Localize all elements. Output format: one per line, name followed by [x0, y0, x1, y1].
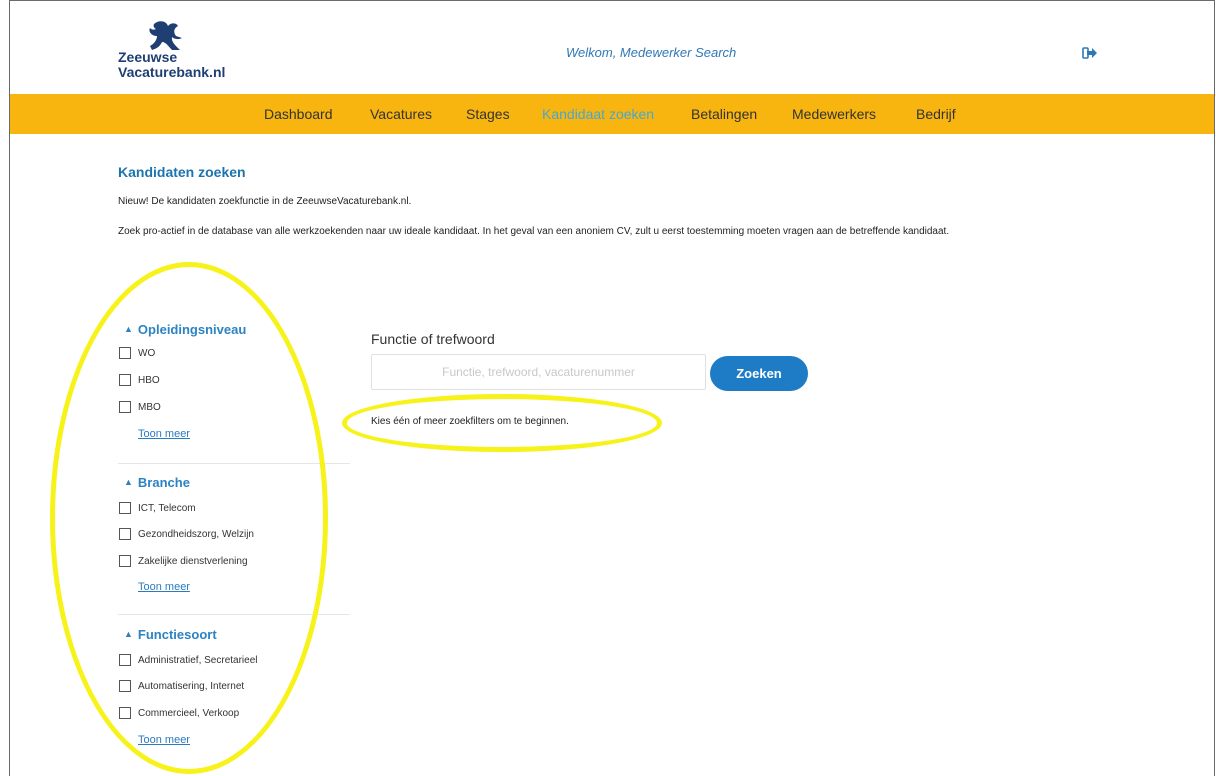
- checkbox[interactable]: [119, 347, 131, 359]
- welcome-message: Welkom, Medewerker Search: [566, 45, 737, 60]
- filter-title: Branche: [137, 475, 190, 490]
- checkbox-label: Zakelijke dienstverlening: [138, 556, 248, 567]
- checkbox[interactable]: [119, 555, 131, 567]
- caret-up-icon: ▲: [124, 324, 133, 334]
- show-more-link[interactable]: Toon meer: [138, 581, 190, 593]
- nav-item-medewerkers[interactable]: Medewerkers: [792, 94, 876, 134]
- checkbox-label: ICT, Telecom: [138, 503, 196, 514]
- checkbox[interactable]: [119, 374, 131, 386]
- show-more-link[interactable]: Toon meer: [138, 734, 190, 746]
- logo-line-1: Zeeuwse: [118, 49, 178, 65]
- filter-heading-branche[interactable]: ▲ Branche: [124, 475, 190, 490]
- checkbox[interactable]: [119, 707, 131, 719]
- caret-up-icon: ▲: [124, 629, 133, 639]
- logo-line-2: Vacaturebank.nl: [118, 64, 226, 80]
- site-logo[interactable]: Zeeuwse Vacaturebank.nl: [118, 20, 258, 80]
- filter-heading-opleidingsniveau[interactable]: ▲ Opleidingsniveau: [124, 322, 246, 337]
- checkbox-label: Gezondheidszorg, Welzijn: [138, 529, 254, 540]
- show-more-link[interactable]: Toon meer: [138, 428, 190, 440]
- nav-item-betalingen[interactable]: Betalingen: [691, 94, 757, 134]
- checkbox-label: WO: [138, 348, 156, 359]
- nav-item-bedrijf[interactable]: Bedrijf: [916, 94, 956, 134]
- checkbox[interactable]: [119, 528, 131, 540]
- caret-up-icon: ▲: [124, 477, 133, 487]
- checkbox-label: HBO: [138, 375, 160, 386]
- search-label: Functie of trefwoord: [371, 331, 495, 347]
- checkbox[interactable]: [119, 502, 131, 514]
- page-title: Kandidaten zoeken: [118, 164, 246, 180]
- filter-divider: [118, 614, 350, 615]
- checkbox-label: Administratief, Secretarieel: [138, 655, 258, 666]
- checkbox[interactable]: [119, 401, 131, 413]
- checkbox[interactable]: [119, 680, 131, 692]
- search-input[interactable]: [371, 354, 706, 390]
- intro-text: Nieuw! De kandidaten zoekfunctie in de Z…: [118, 196, 412, 207]
- nav-item-stages[interactable]: Stages: [466, 94, 510, 134]
- filter-heading-functiesoort[interactable]: ▲ Functiesoort: [124, 627, 217, 642]
- search-button[interactable]: Zoeken: [710, 356, 808, 391]
- filter-title: Opleidingsniveau: [137, 322, 247, 337]
- filter-divider: [118, 463, 350, 464]
- nav-item-vacatures[interactable]: Vacatures: [370, 94, 432, 134]
- nav-item-kandidaat-zoeken[interactable]: Kandidaat zoeken: [542, 94, 654, 134]
- search-hint: Kies één of meer zoekfilters om te begin…: [371, 416, 569, 427]
- nav-item-dashboard[interactable]: Dashboard: [264, 94, 333, 134]
- description-text: Zoek pro-actief in de database van alle …: [118, 226, 950, 237]
- checkbox-label: Commercieel, Verkoop: [138, 708, 240, 719]
- checkbox-label: Automatisering, Internet: [138, 681, 245, 692]
- logout-icon[interactable]: [1082, 46, 1098, 60]
- filter-title: Functiesoort: [137, 627, 217, 642]
- checkbox[interactable]: [119, 654, 131, 666]
- main-navigation: Dashboard Vacatures Stages Kandidaat zoe…: [10, 94, 1214, 134]
- checkbox-label: MBO: [138, 402, 161, 413]
